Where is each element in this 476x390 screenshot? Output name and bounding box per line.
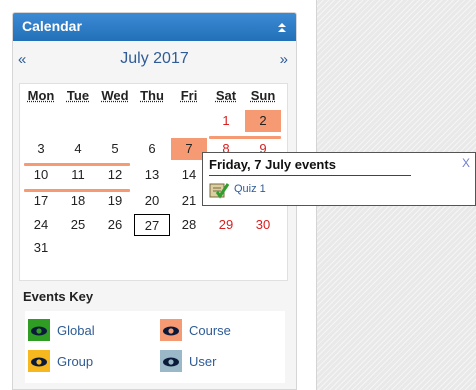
month-navigation: « July 2017 »	[13, 49, 296, 73]
month-title: July 2017	[120, 50, 189, 67]
calendar-day[interactable]: 6	[134, 138, 170, 160]
day-events-popup: Friday, 7 July events X Quiz 1	[202, 152, 476, 206]
calendar-day[interactable]: 17	[23, 190, 59, 212]
calendar-day[interactable]: 4	[60, 138, 96, 160]
popup-close-button[interactable]: X	[462, 156, 470, 170]
events-key-user-label: User	[189, 354, 217, 369]
calendar-day[interactable]: 24	[23, 214, 59, 236]
global-event-icon	[28, 319, 50, 341]
events-key-panel: Global Course Group User	[25, 311, 285, 383]
dow-sunday: Sun	[250, 88, 276, 103]
dow-wednesday: Wed	[101, 88, 129, 103]
popup-divider	[209, 175, 411, 176]
quiz-icon	[209, 183, 229, 199]
calendar-day[interactable]: 31	[23, 237, 59, 259]
popup-title: Friday, 7 July events	[209, 157, 336, 172]
calendar-day[interactable]: 29	[208, 214, 244, 236]
dow-saturday: Sat	[215, 88, 237, 103]
dow-thursday: Thu	[140, 88, 164, 103]
events-key-global-label: Global	[57, 323, 95, 338]
calendar-day[interactable]: 1	[208, 110, 244, 132]
events-key-title: Events Key	[23, 289, 94, 304]
popup-event-link[interactable]: Quiz 1	[234, 183, 266, 195]
calendar-day[interactable]: 19	[97, 190, 133, 212]
calendar-day[interactable]: 20	[134, 190, 170, 212]
calendar-block-title: Calendar	[22, 18, 82, 34]
next-month-link[interactable]: »	[280, 51, 288, 68]
course-event-underline	[209, 136, 281, 139]
calendar-day[interactable]: 12	[97, 164, 133, 186]
dow-tuesday: Tue	[66, 88, 90, 103]
calendar-day[interactable]: 13	[134, 164, 170, 186]
calendar-day[interactable]: 3	[23, 138, 59, 160]
calendar-day[interactable]: 10	[23, 164, 59, 186]
calendar-block-header: Calendar	[13, 13, 296, 41]
calendar-day[interactable]: 25	[60, 214, 96, 236]
group-event-icon	[28, 350, 50, 372]
calendar-day[interactable]: 2	[245, 110, 281, 132]
course-event-icon	[160, 319, 182, 341]
calendar-day[interactable]: 11	[60, 164, 96, 186]
dow-monday: Mon	[27, 88, 55, 103]
calendar-day[interactable]: 26	[97, 214, 133, 236]
events-key-course-label: Course	[189, 323, 231, 338]
calendar-day[interactable]: 5	[97, 138, 133, 160]
events-key-group-label: Group	[57, 354, 94, 369]
collapse-up-arrows-icon[interactable]	[276, 21, 288, 33]
calendar-day[interactable]: 30	[245, 214, 281, 236]
calendar-day-today[interactable]: 27	[134, 214, 170, 236]
calendar-day[interactable]: 18	[60, 190, 96, 212]
user-event-icon	[160, 350, 182, 372]
dow-friday: Fri	[180, 88, 198, 103]
calendar-day[interactable]: 28	[171, 214, 207, 236]
